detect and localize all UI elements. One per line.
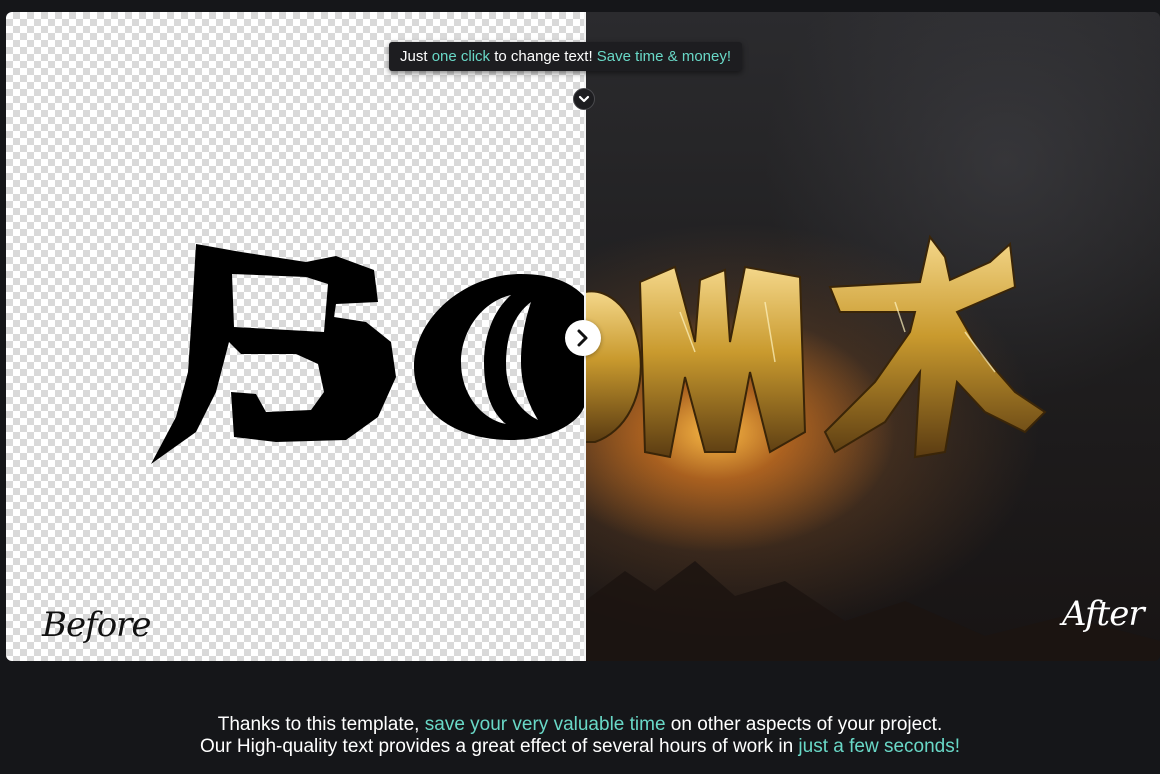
before-label: Before <box>42 605 152 645</box>
description-line-1: Thanks to this template, save your very … <box>0 714 1160 736</box>
promo-tooltip: Just one click to change text! Save time… <box>389 42 743 71</box>
after-glyph-kanji <box>823 234 1047 459</box>
after-label: After <box>1062 594 1145 634</box>
before-text-artwork <box>151 244 585 464</box>
after-text-artwork <box>585 234 1047 459</box>
description-line-1-text-a: Thanks to this template, <box>217 714 425 735</box>
before-glyph-1 <box>151 244 396 464</box>
tooltip-text-2: to change text! <box>490 48 597 65</box>
after-glyph-n <box>638 265 807 459</box>
tooltip-highlight-2: Save time & money! <box>596 48 732 65</box>
description-line-2-highlight: just a few seconds! <box>798 736 961 757</box>
after-panel: After <box>585 12 1160 661</box>
description-line-2: Our High-quality text provides a great e… <box>0 736 1160 758</box>
tooltip-text-1: Just <box>400 48 432 65</box>
before-panel: Before <box>6 12 585 661</box>
chevron-right-icon <box>577 329 588 347</box>
description-line-2-text: Our High-quality text provides a great e… <box>199 736 799 757</box>
tooltip-toggle-button[interactable] <box>573 88 595 110</box>
description-line-1-text-b: on other aspects of your project. <box>665 714 943 735</box>
slider-handle[interactable] <box>565 320 601 356</box>
after-glyph-o <box>585 290 642 443</box>
description-line-1-highlight: save your very valuable time <box>424 714 666 735</box>
tooltip-highlight-1: one click <box>431 48 491 65</box>
chevron-down-icon <box>578 95 590 103</box>
before-glyph-2 <box>414 274 585 440</box>
